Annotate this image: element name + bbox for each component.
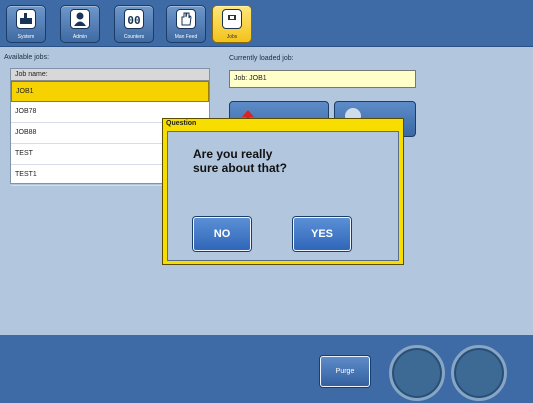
right-round-button[interactable] bbox=[451, 345, 507, 401]
nav-label: System bbox=[17, 34, 35, 40]
nav-label: Counters bbox=[123, 34, 145, 40]
left-round-button[interactable] bbox=[389, 345, 445, 401]
nav-system-button[interactable]: System bbox=[6, 5, 46, 43]
nav-jobs-button[interactable]: Jobs bbox=[212, 5, 252, 43]
dialog-title: Question bbox=[166, 120, 197, 127]
svg-text:00: 00 bbox=[127, 14, 140, 27]
nav-counters-button[interactable]: 00 Counters bbox=[114, 5, 154, 43]
nav-admin-button[interactable]: Admin bbox=[60, 5, 100, 43]
nav-label: Man Feed bbox=[174, 34, 198, 40]
jobs-icon bbox=[222, 9, 242, 29]
hand-icon bbox=[176, 9, 196, 29]
user-icon bbox=[70, 9, 90, 29]
job-list-header: Job name: bbox=[11, 69, 209, 81]
available-jobs-label: Available jobs: bbox=[4, 54, 50, 61]
nav-label: Admin bbox=[72, 34, 88, 40]
dialog-message: Are you really sure about that? bbox=[193, 147, 288, 175]
nav-label: Jobs bbox=[226, 34, 238, 40]
counter-icon: 00 bbox=[124, 9, 144, 29]
yes-button[interactable]: YES bbox=[293, 217, 351, 251]
loaded-job-field: Job: JOB1 bbox=[229, 70, 416, 88]
system-icon bbox=[16, 9, 36, 29]
question-dialog: Question Are you really sure about that?… bbox=[162, 118, 404, 265]
no-button[interactable]: NO bbox=[193, 217, 251, 251]
purge-button[interactable]: Purge bbox=[320, 356, 370, 387]
nav-man-feed-button[interactable]: Man Feed bbox=[166, 5, 206, 43]
job-row[interactable]: JOB1 bbox=[11, 81, 209, 102]
currently-loaded-label: Currently loaded job: bbox=[229, 55, 294, 62]
dialog-body: Are you really sure about that? NO YES bbox=[167, 131, 399, 261]
top-nav-bar: System Admin 00 Counters Man Feed Jobs bbox=[0, 0, 533, 47]
